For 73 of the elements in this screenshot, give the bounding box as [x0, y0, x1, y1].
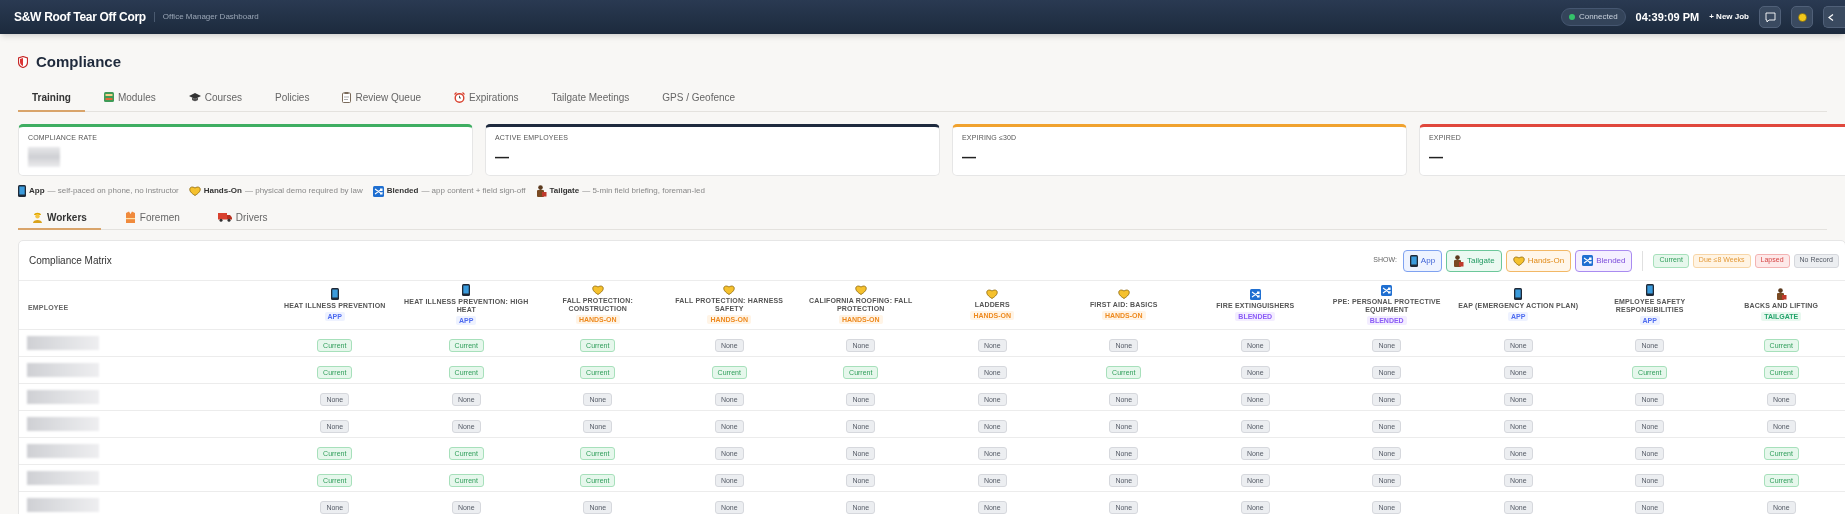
legend-label: Tailgate: [549, 185, 580, 197]
status-label: Connected: [1578, 11, 1618, 23]
stat-value: —: [962, 147, 977, 167]
new-job-button[interactable]: + New Job: [1709, 11, 1749, 23]
stat-value: —: [495, 147, 510, 167]
filter-button[interactable]: App: [1402, 249, 1443, 272]
sun-icon: [1796, 11, 1808, 23]
phone-icon: [330, 288, 339, 301]
phone-icon: [1645, 284, 1654, 297]
heart-icon: [188, 186, 201, 196]
tab[interactable]: Modules: [89, 84, 170, 112]
truck-icon: [217, 212, 232, 222]
legend-description: — 5-min field briefing, foreman-led: [582, 185, 705, 197]
phone-icon: [462, 284, 471, 297]
legend-label: Blended: [386, 185, 419, 197]
graduation-cap-icon: [188, 92, 201, 102]
shuffle-icon: [1249, 288, 1261, 300]
blurred-employee-name: [27, 470, 99, 485]
person-icon: [1775, 288, 1787, 301]
blurred-employee-name: [27, 335, 99, 350]
clipboard-icon: [342, 91, 352, 103]
heart-icon: [723, 285, 736, 296]
legend-label: Hands-On: [203, 185, 242, 197]
heart-icon: [986, 289, 999, 300]
heart-icon: [854, 285, 867, 296]
blurred-employee-name: [27, 362, 99, 377]
heart-icon: [1117, 289, 1130, 300]
filter-button[interactable]: Tailgate: [1446, 249, 1502, 272]
alarm-clock-icon: [454, 91, 466, 103]
heart-icon: [591, 285, 604, 296]
clock-time: 04:39:09 PM: [1635, 9, 1700, 25]
tab[interactable]: Review Queue: [328, 84, 436, 112]
shuffle-icon: [1582, 255, 1594, 266]
shield-icon: [18, 56, 28, 68]
tab[interactable]: GPS / Geofence: [648, 84, 750, 112]
dashboard-subtitle: Office Manager Dashboard: [162, 11, 259, 23]
legend-label: App: [29, 185, 45, 197]
blurred-employee-name: [27, 497, 99, 512]
vest-icon: [124, 211, 136, 223]
shuffle-icon: [1381, 284, 1393, 296]
heart-icon: [1512, 255, 1525, 266]
matrix-title: Compliance Matrix: [29, 254, 112, 268]
tab[interactable]: Drivers: [203, 206, 282, 230]
tab[interactable]: Training: [18, 84, 85, 112]
legend-description: — self-paced on phone, no instructor: [47, 185, 179, 197]
tab[interactable]: Foremen: [110, 206, 194, 230]
chat-icon: [1764, 11, 1776, 23]
legend-description: — app content + field sign-off: [421, 185, 526, 197]
blurred-employee-name: [27, 416, 99, 431]
tab[interactable]: Workers: [18, 206, 101, 230]
worker-icon: [32, 211, 43, 223]
theme-button[interactable]: [1791, 6, 1813, 28]
person-icon: [535, 185, 547, 197]
tab[interactable]: Tailgate Meetings: [537, 84, 644, 112]
phone-icon: [1409, 254, 1418, 267]
page-title: Compliance: [36, 51, 122, 72]
blurred-employee-name: [27, 443, 99, 458]
legend-description: — physical demo required by law: [245, 185, 363, 197]
filter-button[interactable]: Blended: [1575, 249, 1633, 272]
person-icon: [1453, 254, 1465, 267]
book-icon: [103, 92, 114, 102]
blurred-employee-name: [27, 389, 99, 404]
chat-button[interactable]: [1759, 6, 1781, 28]
tab[interactable]: Courses: [174, 84, 256, 112]
stat-value: —: [1429, 147, 1444, 167]
tab[interactable]: Expirations: [440, 84, 533, 112]
phone-icon: [18, 185, 26, 197]
shuffle-icon: [372, 185, 384, 197]
phone-icon: [1514, 288, 1523, 301]
tab[interactable]: Policies: [260, 84, 324, 112]
back-button[interactable]: [1823, 6, 1845, 28]
blurred-value: [28, 146, 60, 167]
brand-name: S&W Roof Tear Off Corp: [14, 9, 146, 26]
